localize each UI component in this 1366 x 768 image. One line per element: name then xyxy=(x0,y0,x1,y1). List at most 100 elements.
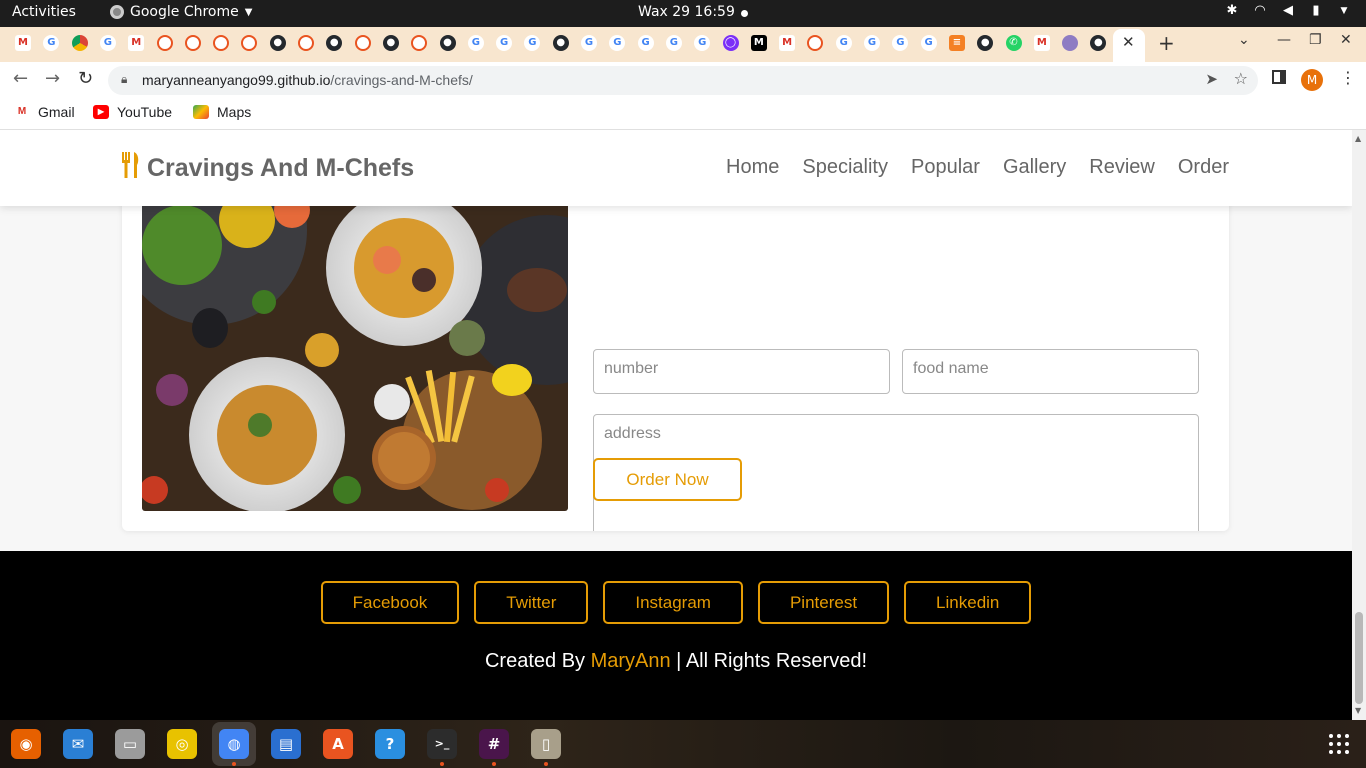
address-bar[interactable]: 🔒︎ maryanneanyango99.github.io/cravings-… xyxy=(108,66,1258,95)
app-menu[interactable]: Google Chrome ▼ xyxy=(110,4,252,20)
ubuntu-tab-favicon-icon[interactable] xyxy=(184,35,201,51)
github-tab-favicon-icon[interactable]: ● xyxy=(269,35,286,51)
linkedin-link[interactable]: Linkedin xyxy=(904,581,1032,624)
system-tray[interactable]: ✱ ◠ ◀ ▮ ▼ xyxy=(1224,3,1352,19)
rhythmbox-icon[interactable]: ◎ xyxy=(167,729,197,759)
gmail-tab-favicon-icon[interactable]: M xyxy=(128,35,145,51)
files-icon[interactable]: ▭ xyxy=(115,729,145,759)
minimize-icon[interactable]: — xyxy=(1277,32,1291,48)
system-menu-caret-icon[interactable]: ▼ xyxy=(1336,3,1352,19)
nav-review[interactable]: Review xyxy=(1089,156,1155,179)
volume-icon[interactable]: ◀ xyxy=(1280,3,1296,19)
ubuntu-tab-favicon-icon[interactable] xyxy=(807,35,824,51)
github-tab-favicon-icon[interactable]: ● xyxy=(552,35,569,51)
github-tab-favicon-icon[interactable]: ● xyxy=(439,35,456,51)
close-tab-icon[interactable]: ✕ xyxy=(1122,33,1135,51)
github-tab-favicon-icon[interactable]: ● xyxy=(382,35,399,51)
activities-button[interactable]: Activities xyxy=(12,4,76,20)
misc-tab-favicon-icon[interactable] xyxy=(1062,35,1079,51)
ubuntu-tab-favicon-icon[interactable] xyxy=(156,35,173,51)
new-tab-icon[interactable]: + xyxy=(1158,31,1175,55)
forward-icon[interactable]: → xyxy=(45,68,60,89)
close-window-icon[interactable]: ✕ xyxy=(1340,32,1352,48)
ubuntu-tab-favicon-icon[interactable] xyxy=(298,35,314,51)
lock-icon[interactable]: 🔒︎ xyxy=(121,72,127,87)
google-tab-favicon-icon[interactable]: G xyxy=(496,35,513,51)
gmail-tab-favicon-icon[interactable]: M xyxy=(15,35,31,51)
restore-icon[interactable]: ❐ xyxy=(1309,32,1322,48)
nav-home[interactable]: Home xyxy=(726,156,779,179)
food-name-input[interactable]: food name xyxy=(902,349,1199,394)
github-tab-favicon-icon[interactable]: ● xyxy=(326,35,343,51)
battery-icon[interactable]: ▮ xyxy=(1308,3,1324,19)
side-panel-icon[interactable] xyxy=(1272,70,1286,84)
chrome-tab-favicon-icon[interactable] xyxy=(71,35,88,51)
writer-icon[interactable]: ▤ xyxy=(271,729,301,759)
page-scrollbar[interactable]: ▲ ▼ xyxy=(1352,130,1366,720)
tab-search-icon[interactable]: ⌄ xyxy=(1238,32,1250,48)
bookmark-gmail[interactable]: M Gmail xyxy=(14,104,75,120)
ubuntu-tab-favicon-icon[interactable] xyxy=(241,35,258,51)
github-tab-favicon-icon[interactable]: ● xyxy=(977,35,994,51)
pinterest-link[interactable]: Pinterest xyxy=(757,581,890,624)
help-icon[interactable]: ? xyxy=(375,729,405,759)
nav-speciality[interactable]: Speciality xyxy=(802,156,888,179)
profile-avatar[interactable]: M xyxy=(1301,69,1323,91)
google-tab-favicon-icon[interactable]: G xyxy=(694,35,711,51)
scroll-down-arrow-icon[interactable]: ▼ xyxy=(1355,706,1361,715)
google-tab-favicon-icon[interactable]: G xyxy=(637,35,654,51)
google-tab-favicon-icon[interactable]: G xyxy=(665,35,682,51)
google-tab-favicon-icon[interactable]: G xyxy=(99,35,116,51)
scroll-up-arrow-icon[interactable]: ▲ xyxy=(1355,134,1361,143)
send-icon[interactable]: ➤ xyxy=(1205,70,1218,88)
show-apps-icon[interactable] xyxy=(1329,734,1349,754)
gmail-tab-favicon-icon[interactable]: M xyxy=(1033,35,1050,51)
reload-icon[interactable]: ↻ xyxy=(78,68,93,89)
ubuntu-tab-favicon-icon[interactable] xyxy=(411,35,428,51)
order-now-button[interactable]: Order Now xyxy=(593,458,742,501)
google-tab-favicon-icon[interactable]: G xyxy=(467,35,484,51)
slack-tray-icon[interactable]: ✱ xyxy=(1224,3,1240,19)
kebab-menu-icon[interactable]: ⋮ xyxy=(1340,68,1356,87)
google-tab-favicon-icon[interactable]: G xyxy=(524,35,541,51)
google-tab-favicon-icon[interactable]: G xyxy=(864,35,880,51)
twitter-link[interactable]: Twitter xyxy=(474,581,589,624)
so-tab-favicon-icon[interactable]: ≡ xyxy=(948,35,965,51)
bookmark-star-icon[interactable]: ☆ xyxy=(1234,69,1248,88)
site-logo[interactable]: Cravings And M-Chefs xyxy=(121,152,414,185)
scrollbar-thumb[interactable] xyxy=(1355,612,1363,704)
terminal-icon[interactable]: >_ xyxy=(427,729,457,759)
software-icon[interactable]: A xyxy=(323,729,353,759)
bookmark-maps[interactable]: Maps xyxy=(193,104,251,120)
archive-icon[interactable]: ▯ xyxy=(531,729,561,759)
thunderbird-icon[interactable]: ✉ xyxy=(63,729,93,759)
github-tab-favicon-icon[interactable]: ● xyxy=(1090,35,1107,51)
google-tab-favicon-icon[interactable]: G xyxy=(835,35,852,51)
firefox-icon[interactable]: ◉ xyxy=(11,729,41,759)
google-tab-favicon-icon[interactable]: G xyxy=(581,35,597,51)
google-tab-favicon-icon[interactable]: G xyxy=(609,35,626,51)
nav-order[interactable]: Order xyxy=(1178,156,1229,179)
facebook-link[interactable]: Facebook xyxy=(320,581,460,624)
wa-tab-favicon-icon[interactable]: ✆ xyxy=(1005,35,1022,51)
number-input[interactable]: number xyxy=(593,349,890,394)
bookmark-youtube[interactable]: ▶ YouTube xyxy=(93,104,172,120)
medium-tab-favicon-icon[interactable]: M xyxy=(750,35,767,51)
back-icon[interactable]: ← xyxy=(13,68,28,89)
google-tab-favicon-icon[interactable]: G xyxy=(892,35,909,51)
slack-icon[interactable]: # xyxy=(479,729,509,759)
gmail-tab-favicon-icon[interactable]: M xyxy=(779,35,796,51)
purple-tab-favicon-icon[interactable]: ◯ xyxy=(722,35,739,51)
ubuntu-tab-favicon-icon[interactable] xyxy=(213,35,230,51)
wifi-icon[interactable]: ◠ xyxy=(1252,3,1268,19)
instagram-link[interactable]: Instagram xyxy=(603,581,743,624)
notification-dot xyxy=(741,10,748,17)
chrome-icon[interactable]: ◍ xyxy=(219,729,249,759)
url-text[interactable]: maryanneanyango99.github.io/cravings-and… xyxy=(142,72,473,88)
google-tab-favicon-icon[interactable]: G xyxy=(43,35,60,51)
nav-gallery[interactable]: Gallery xyxy=(1003,156,1066,179)
google-tab-favicon-icon[interactable]: G xyxy=(920,35,937,51)
ubuntu-tab-favicon-icon[interactable] xyxy=(354,35,371,51)
nav-popular[interactable]: Popular xyxy=(911,156,980,179)
clock[interactable]: Wax 29 16:59 xyxy=(638,4,735,20)
